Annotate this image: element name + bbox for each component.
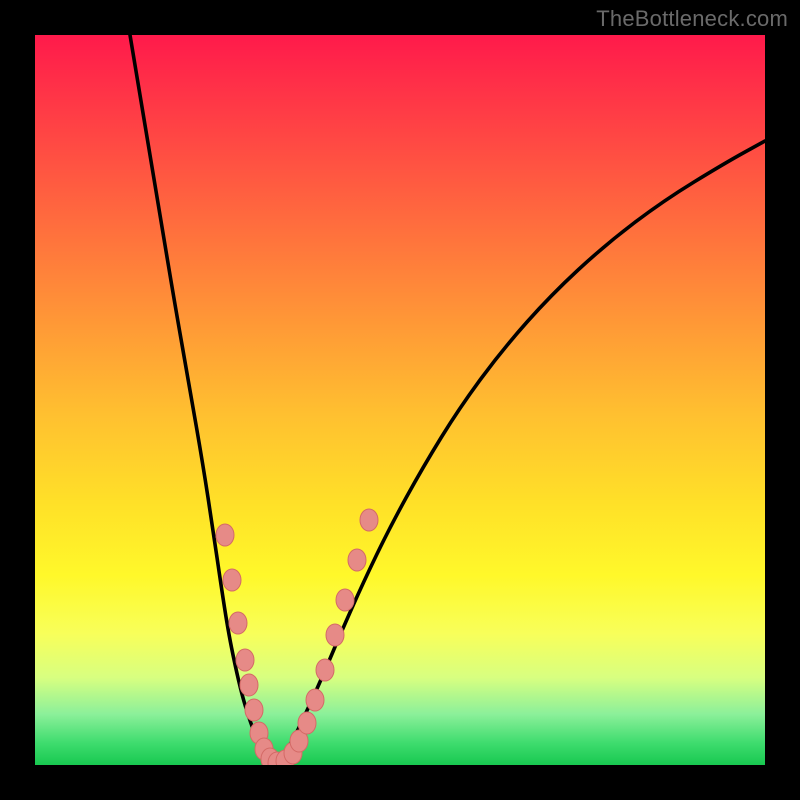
data-dot — [236, 649, 254, 671]
data-dot — [326, 624, 344, 646]
data-dot — [216, 524, 234, 546]
right-curve — [274, 141, 765, 765]
data-dot — [298, 712, 316, 734]
dots-group — [216, 509, 378, 765]
data-dot — [229, 612, 247, 634]
data-dot — [336, 589, 354, 611]
data-dot — [360, 509, 378, 531]
data-dot — [240, 674, 258, 696]
plot-area — [35, 35, 765, 765]
data-dot — [316, 659, 334, 681]
data-dot — [306, 689, 324, 711]
data-dot — [245, 699, 263, 721]
curves-svg — [35, 35, 765, 765]
chart-frame: TheBottleneck.com — [0, 0, 800, 800]
watermark-text: TheBottleneck.com — [596, 6, 788, 32]
data-dot — [348, 549, 366, 571]
data-dot — [223, 569, 241, 591]
